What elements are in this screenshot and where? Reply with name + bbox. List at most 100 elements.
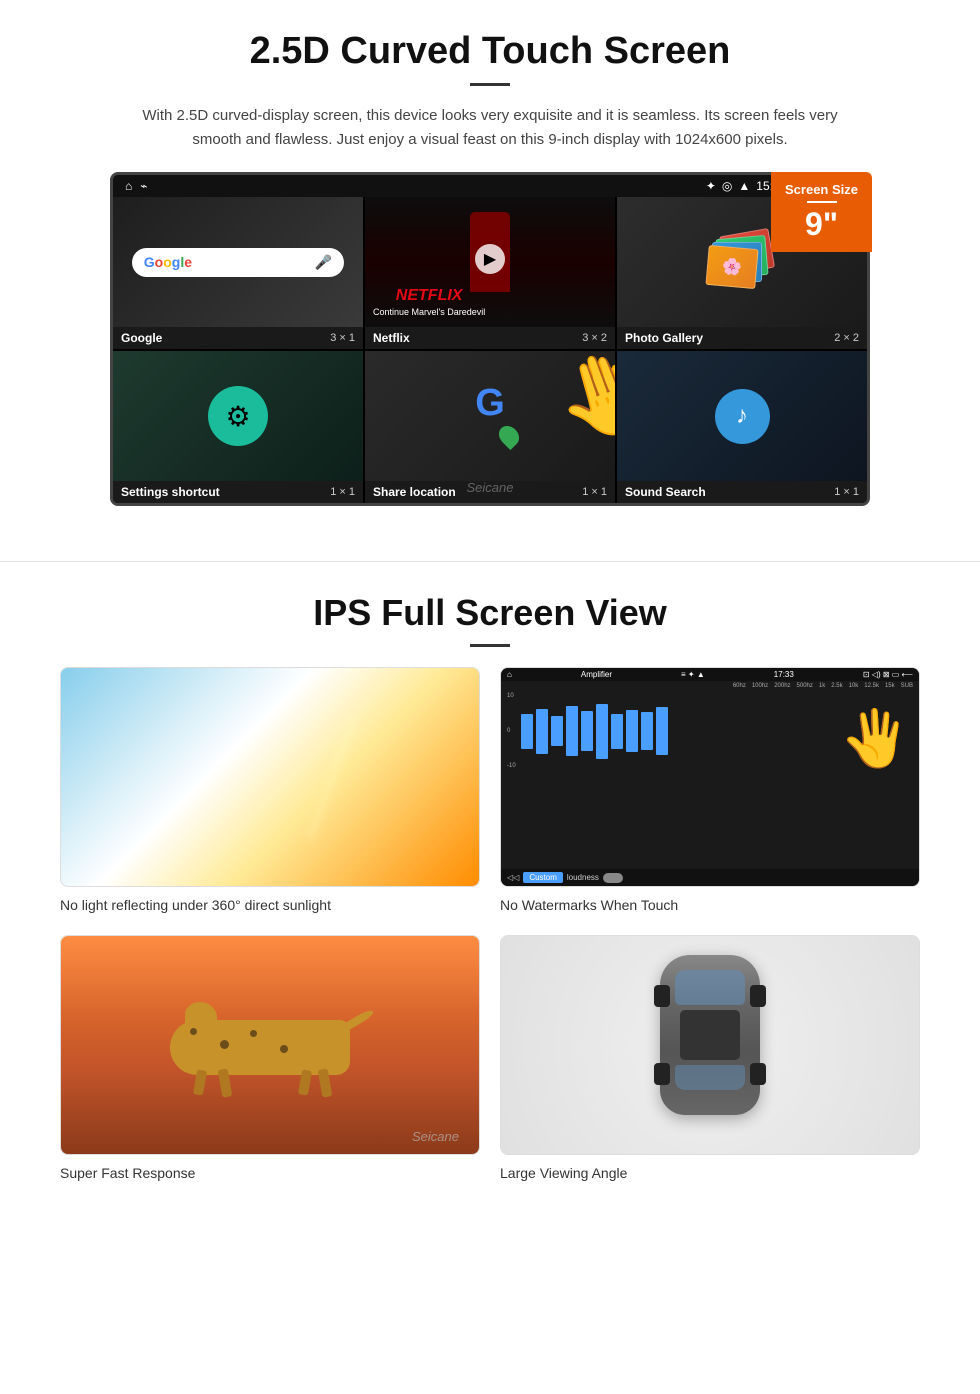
feature-car: Large Viewing Angle bbox=[500, 935, 920, 1183]
car-image bbox=[500, 935, 920, 1155]
settings-content: ⚙ bbox=[113, 351, 363, 481]
eq-bar-3 bbox=[551, 691, 563, 771]
sound-music-icon: ♪ bbox=[715, 389, 770, 444]
share-grid: 1 × 1 bbox=[582, 486, 607, 498]
section-curved-screen: 2.5D Curved Touch Screen With 2.5D curve… bbox=[0, 0, 980, 531]
google-label-bar: Google 3 × 1 bbox=[113, 327, 363, 349]
settings-bg: ⚙ bbox=[113, 351, 363, 481]
app-cell-netflix[interactable]: ▶ NETFLIX Continue Marvel's Daredevil Ne… bbox=[365, 197, 615, 349]
badge-divider bbox=[807, 201, 837, 203]
amp-back-icon: ◁◁ bbox=[507, 873, 519, 882]
sound-grid: 1 × 1 bbox=[834, 486, 859, 498]
settings-label-bar: Settings shortcut 1 × 1 bbox=[113, 481, 363, 503]
car-rear-window bbox=[675, 1065, 745, 1090]
car-wheel-rear-right bbox=[750, 1063, 766, 1085]
eq-bar-9 bbox=[641, 691, 653, 771]
car-body bbox=[660, 955, 760, 1115]
amp-home-icon: ⌂ bbox=[507, 670, 512, 679]
cheetah-head bbox=[185, 1002, 217, 1030]
app-cell-settings[interactable]: ⚙ Settings shortcut 1 × 1 bbox=[113, 351, 363, 503]
car-top-view bbox=[650, 955, 770, 1135]
settings-app-name: Settings shortcut bbox=[121, 485, 220, 499]
netflix-play-btn[interactable]: ▶ bbox=[475, 244, 505, 274]
amp-status-bar: ⌂ Amplifier ≡ ✦ ▲ 17:33 ⊡ ◁) ⊠ ▭ ⟵ bbox=[501, 668, 919, 681]
app-cell-google[interactable]: Google 🎤 Google 3 × 1 bbox=[113, 197, 363, 349]
netflix-label-bar: Netflix 3 × 2 bbox=[365, 327, 615, 349]
share-content: G bbox=[365, 351, 615, 481]
cheetah-spot-3 bbox=[250, 1030, 257, 1037]
watermark-label: No Watermarks When Touch bbox=[500, 897, 678, 913]
car-roof bbox=[680, 1010, 740, 1060]
google-bg: Google 🎤 bbox=[113, 197, 363, 327]
google-search-bar[interactable]: Google 🎤 bbox=[132, 248, 345, 277]
eq-bar-10 bbox=[656, 691, 668, 771]
device-wrapper: Screen Size 9" ⌂ ⌁ ✦ ◎ ▲ 15:06 ⊡ ◁) ⊠ bbox=[110, 172, 870, 506]
sound-app-name: Sound Search bbox=[625, 485, 706, 499]
amp-bottom-bar: ◁◁ Custom loudness bbox=[501, 869, 919, 886]
device-watermark: Seicane bbox=[467, 480, 514, 495]
feature-cheetah: Seicane Super Fast Response bbox=[60, 935, 480, 1183]
cheetah-bg: Seicane bbox=[61, 936, 479, 1154]
gallery-label-bar: Photo Gallery 2 × 2 bbox=[617, 327, 867, 349]
cheetah-spot-1 bbox=[190, 1028, 197, 1035]
feature-sunlight: No light reflecting under 360° direct su… bbox=[60, 667, 480, 915]
google-app-name: Google bbox=[121, 331, 162, 345]
section-divider bbox=[0, 561, 980, 562]
car-label: Large Viewing Angle bbox=[500, 1165, 627, 1181]
usb-icon: ⌁ bbox=[140, 179, 147, 193]
app-cell-sound[interactable]: ♪ Sound Search 1 × 1 bbox=[617, 351, 867, 503]
google-grid: 3 × 1 bbox=[330, 332, 355, 344]
wifi-icon: ▲ bbox=[738, 179, 750, 193]
section1-description: With 2.5D curved-display screen, this de… bbox=[140, 104, 840, 152]
gallery-app-name: Photo Gallery bbox=[625, 331, 703, 345]
car-wheel-rear-left bbox=[654, 1063, 670, 1085]
eq-bar-8 bbox=[626, 691, 638, 771]
gallery-grid: 2 × 2 bbox=[834, 332, 859, 344]
maps-icon: G bbox=[463, 384, 518, 449]
cheetah-watermark: Seicane bbox=[412, 1129, 459, 1144]
app-grid: Google 🎤 Google 3 × 1 bbox=[113, 197, 867, 503]
custom-button[interactable]: Custom bbox=[523, 872, 563, 883]
location-icon: ◎ bbox=[722, 179, 732, 193]
sound-content: ♪ bbox=[617, 351, 867, 481]
cheetah-spot-2 bbox=[220, 1040, 229, 1049]
netflix-subtitle: Continue Marvel's Daredevil bbox=[373, 307, 485, 317]
section2-underline bbox=[470, 644, 510, 647]
maps-pin bbox=[494, 421, 522, 449]
device-screen: ⌂ ⌁ ✦ ◎ ▲ 15:06 ⊡ ◁) ⊠ ▭ bbox=[110, 172, 870, 506]
cheetah-shape bbox=[170, 1005, 370, 1085]
car-windshield bbox=[675, 970, 745, 1005]
badge-title: Screen Size bbox=[785, 182, 858, 197]
photo-stack: 🌸 bbox=[712, 232, 772, 292]
amp-hand-icon: 🖐 bbox=[841, 706, 909, 771]
sound-bg: ♪ bbox=[617, 351, 867, 481]
eq-bar-4 bbox=[566, 691, 578, 771]
cheetah-leg-3 bbox=[298, 1069, 312, 1095]
cheetah-body bbox=[170, 1020, 350, 1075]
sunlight-label: No light reflecting under 360° direct su… bbox=[60, 897, 331, 913]
maps-g-letter: G bbox=[463, 384, 518, 422]
netflix-grid: 3 × 2 bbox=[582, 332, 607, 344]
eq-bar-2 bbox=[536, 691, 548, 771]
eq-y-labels: 10 0 -10 bbox=[507, 691, 520, 771]
mic-icon: 🎤 bbox=[315, 254, 332, 271]
features-grid: No light reflecting under 360° direct su… bbox=[60, 667, 920, 1183]
eq-bars-area: 10 0 -10 bbox=[501, 691, 919, 771]
photo-card-4: 🌸 bbox=[705, 245, 758, 289]
bluetooth-icon: ✦ bbox=[706, 179, 716, 193]
eq-bar-1 bbox=[521, 691, 533, 771]
amp-icons: ≡ ✦ ▲ bbox=[681, 670, 705, 679]
settings-grid: 1 × 1 bbox=[330, 486, 355, 498]
section-ips: IPS Full Screen View No light reflecting… bbox=[0, 592, 980, 1213]
amp-bg: ⌂ Amplifier ≡ ✦ ▲ 17:33 ⊡ ◁) ⊠ ▭ ⟵ 60hz1… bbox=[501, 668, 919, 886]
car-bg bbox=[501, 936, 919, 1154]
amplifier-image: ⌂ Amplifier ≡ ✦ ▲ 17:33 ⊡ ◁) ⊠ ▭ ⟵ 60hz1… bbox=[500, 667, 920, 887]
cheetah-label: Super Fast Response bbox=[60, 1165, 195, 1181]
title-underline bbox=[470, 83, 510, 86]
settings-gear-icon: ⚙ bbox=[208, 386, 268, 446]
loudness-toggle[interactable] bbox=[603, 873, 623, 883]
eq-freq-labels: 60hz100hz200hz500hz1k2.5k10k12.5k15kSUB bbox=[501, 681, 919, 691]
amp-title-text: Amplifier bbox=[581, 670, 612, 679]
cheetah-leg-1 bbox=[193, 1069, 207, 1095]
amp-right-icons: ⊡ ◁) ⊠ ▭ ⟵ bbox=[863, 670, 913, 679]
